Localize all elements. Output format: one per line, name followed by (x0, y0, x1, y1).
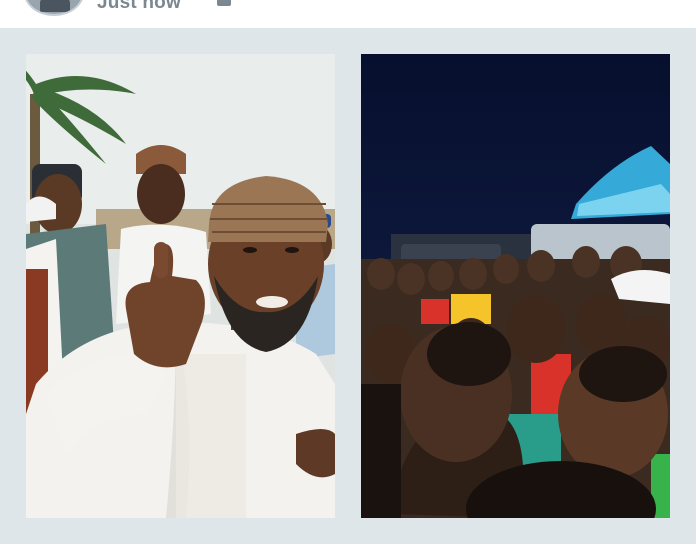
post-photo-1[interactable] (26, 54, 335, 518)
author-avatar[interactable] (24, 0, 84, 16)
post-timestamp[interactable]: Just now (97, 0, 181, 14)
photo-man-thumbs-up (26, 54, 335, 518)
photo-night-crowd (361, 54, 670, 518)
post-header: Just now (0, 0, 696, 28)
audience-icon[interactable] (217, 0, 231, 6)
post-footer-bar (0, 544, 696, 553)
post-photo-2[interactable] (361, 54, 670, 518)
post-media-grid (0, 28, 696, 544)
